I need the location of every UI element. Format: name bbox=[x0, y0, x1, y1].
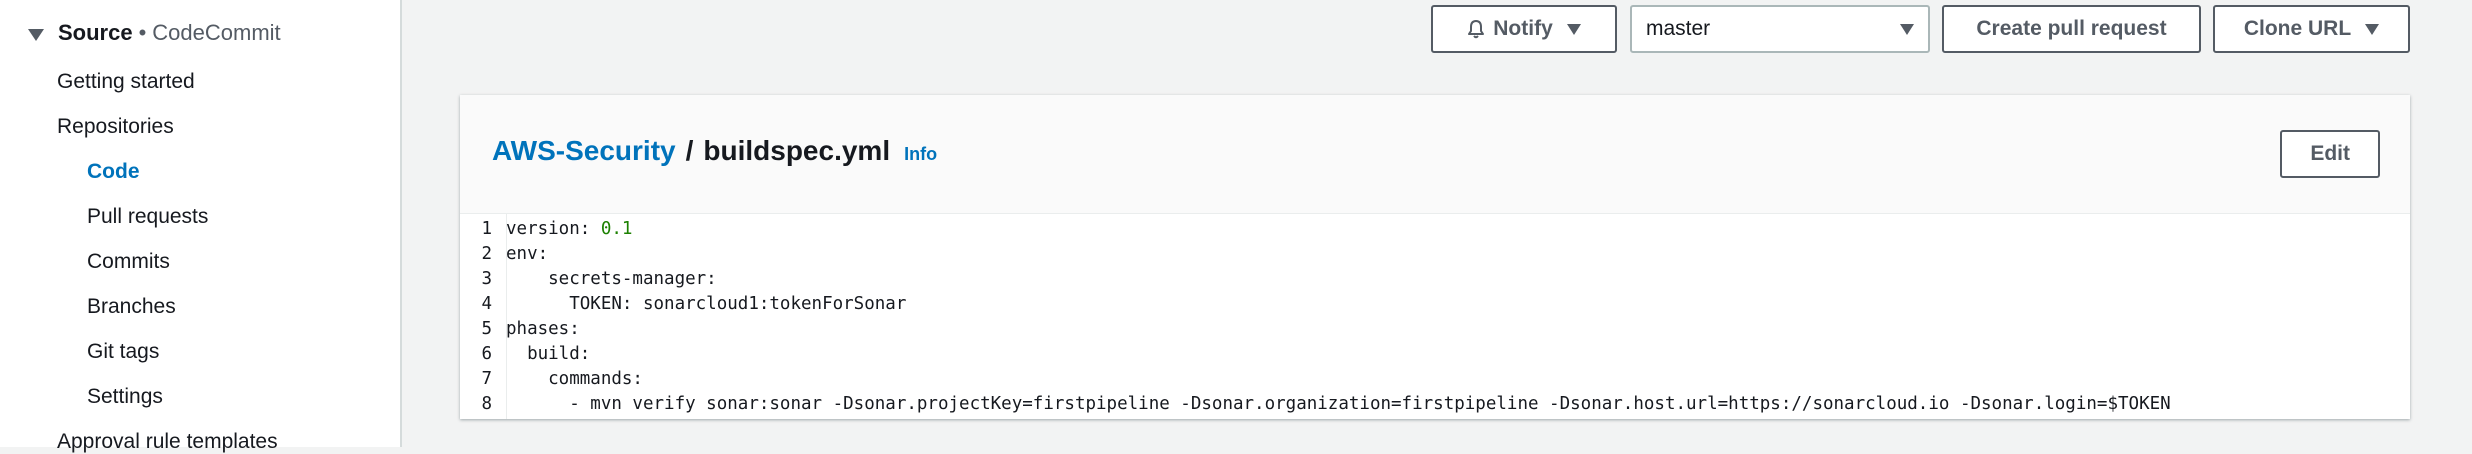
code-number-value: 0.1 bbox=[600, 219, 633, 239]
caret-down-icon bbox=[2365, 23, 2380, 35]
code-text: phases: bbox=[506, 319, 580, 339]
sidebar-item-commits[interactable]: Commits bbox=[87, 250, 170, 274]
code-line: 2 env: bbox=[460, 242, 548, 267]
code-line: 5 phases: bbox=[460, 317, 580, 342]
create-pull-request-button[interactable]: Create pull request bbox=[1942, 5, 2201, 53]
bell-icon bbox=[1468, 20, 1485, 39]
edit-button[interactable]: Edit bbox=[2280, 130, 2380, 178]
code-text: env: bbox=[506, 244, 549, 264]
code-viewer[interactable]: 1 version: 0.1 2 env: 3 secrets-manager: 4… bbox=[460, 213, 2410, 419]
file-name: buildspec.yml bbox=[703, 135, 891, 166]
line-number: 1 bbox=[481, 219, 492, 239]
line-number: 4 bbox=[481, 294, 492, 314]
clone-url-label: Clone URL bbox=[2243, 17, 2352, 40]
branch-select-value: master bbox=[1646, 17, 1711, 40]
sidebar-item-repositories[interactable]: Repositories bbox=[57, 115, 174, 139]
file-panel: AWS-Security / buildspec.yml Info Edit 1… bbox=[460, 95, 2410, 419]
caret-down-icon bbox=[1566, 23, 1581, 35]
notify-button[interactable]: Notify bbox=[1431, 5, 1617, 53]
file-breadcrumb: AWS-Security / buildspec.yml Info bbox=[492, 135, 937, 167]
code-line: 4 TOKEN: sonarcloud1:tokenForSonar bbox=[460, 292, 906, 317]
sidebar-item-code[interactable]: Code bbox=[87, 160, 140, 184]
line-number: 8 bbox=[481, 394, 492, 414]
nav-section-source[interactable]: Source • CodeCommit bbox=[28, 20, 281, 46]
line-number: 3 bbox=[481, 269, 492, 289]
code-line: 8 - mvn verify sonar:sonar -Dsonar.proje… bbox=[460, 392, 2171, 417]
code-text: secrets-manager: bbox=[506, 269, 717, 289]
breadcrumb-separator: / bbox=[685, 135, 694, 166]
line-number: 7 bbox=[481, 369, 492, 389]
repository-link[interactable]: AWS-Security bbox=[492, 135, 676, 167]
code-line: 3 secrets-manager: bbox=[460, 267, 717, 292]
info-link[interactable]: Info bbox=[904, 144, 937, 165]
code-line: 6 build: bbox=[460, 342, 590, 367]
sidebar-item-git-tags[interactable]: Git tags bbox=[87, 340, 159, 364]
code-text: - mvn verify sonar:sonar -Dsonar.project… bbox=[506, 394, 2171, 414]
branch-select[interactable]: master bbox=[1630, 5, 1930, 53]
line-number: 5 bbox=[481, 319, 492, 339]
line-number: 2 bbox=[481, 244, 492, 264]
sidebar-item-approval-rule-templates[interactable]: Approval rule templates bbox=[57, 430, 278, 454]
code-text: TOKEN: sonarcloud1:tokenForSonar bbox=[506, 294, 907, 314]
notify-label: Notify bbox=[1493, 17, 1553, 40]
sidebar-item-settings[interactable]: Settings bbox=[87, 385, 163, 409]
sidebar-item-pull-requests[interactable]: Pull requests bbox=[87, 205, 208, 229]
caret-down-icon bbox=[1900, 23, 1914, 35]
code-text: version: bbox=[506, 219, 601, 239]
line-number: 6 bbox=[481, 344, 492, 364]
nav-section-service: CodeCommit bbox=[152, 20, 281, 45]
code-line: 1 version: 0.1 bbox=[460, 217, 632, 242]
sidebar-item-getting-started[interactable]: Getting started bbox=[57, 70, 195, 94]
clone-url-button[interactable]: Clone URL bbox=[2213, 5, 2410, 53]
file-panel-header: AWS-Security / buildspec.yml Info Edit bbox=[460, 95, 2410, 214]
sidebar-item-branches[interactable]: Branches bbox=[87, 295, 176, 319]
code-text: build: bbox=[506, 344, 591, 364]
side-navigation: Source • CodeCommit Getting started Repo… bbox=[0, 0, 402, 453]
caret-down-icon[interactable] bbox=[28, 29, 44, 41]
code-line: 7 commands: bbox=[460, 367, 643, 392]
code-text: commands: bbox=[506, 369, 643, 389]
nav-section-separator: • bbox=[138, 20, 147, 45]
nav-section-title: Source bbox=[58, 20, 133, 45]
